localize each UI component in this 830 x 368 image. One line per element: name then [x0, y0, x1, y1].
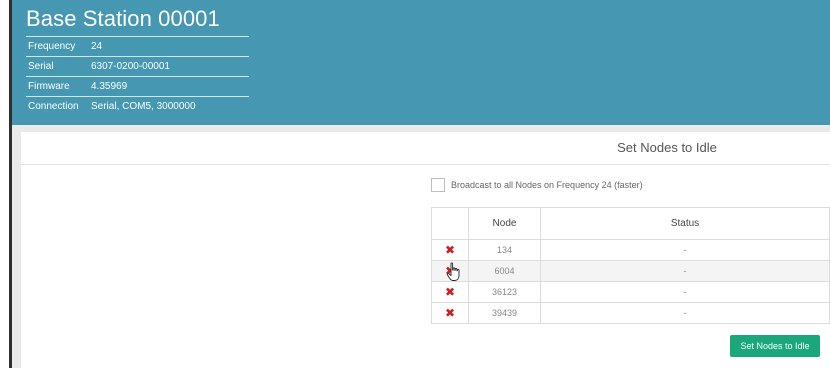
broadcast-label: Broadcast to all Nodes on Frequency 24 (… — [451, 180, 643, 190]
close-icon[interactable]: ✖ — [445, 307, 455, 319]
info-key: Connection — [28, 101, 79, 112]
delete-cell: ✖ — [431, 260, 469, 282]
broadcast-option[interactable]: Broadcast to all Nodes on Frequency 24 (… — [431, 178, 643, 192]
set-nodes-idle-button[interactable]: Set Nodes to Idle — [730, 335, 820, 357]
broadcast-checkbox[interactable] — [431, 178, 445, 192]
station-header: Base Station 00001 Frequency 24 Serial 6… — [12, 0, 830, 125]
station-title: Base Station 00001 — [26, 6, 220, 31]
table-row: ✖ 6004 - — [431, 260, 830, 282]
delete-cell: ✖ — [431, 281, 469, 303]
close-icon[interactable]: ✖ — [445, 244, 455, 256]
panel-divider — [21, 164, 830, 165]
node-cell: 134 — [468, 239, 541, 261]
info-value: 24 — [91, 41, 103, 52]
info-row-frequency: Frequency 24 — [26, 36, 249, 56]
column-header-delete — [431, 207, 469, 240]
status-cell: - — [540, 281, 830, 303]
info-value: 6307-0200-00001 — [91, 61, 170, 72]
info-row-connection: Connection Serial, COM5, 3000000 — [26, 96, 249, 116]
status-cell: - — [540, 260, 830, 282]
info-row-firmware: Firmware 4.35969 — [26, 76, 249, 96]
window-edge — [0, 0, 9, 368]
info-row-serial: Serial 6307-0200-00001 — [26, 56, 249, 76]
status-cell: - — [540, 239, 830, 261]
status-cell: - — [540, 302, 830, 324]
delete-cell: ✖ — [431, 239, 469, 261]
table-header-row: Node Status — [431, 207, 830, 240]
set-nodes-idle-panel: Set Nodes to Idle Broadcast to all Nodes… — [21, 132, 830, 368]
info-key: Serial — [28, 61, 54, 72]
delete-cell: ✖ — [431, 302, 469, 324]
table-row: ✖ 36123 - — [431, 281, 830, 303]
close-icon[interactable]: ✖ — [445, 286, 455, 298]
table-row: ✖ 134 - — [431, 239, 830, 261]
info-key: Frequency — [28, 41, 76, 52]
station-info-table: Frequency 24 Serial 6307-0200-00001 Firm… — [26, 36, 249, 116]
info-value: Serial, COM5, 3000000 — [91, 101, 196, 112]
panel-title: Set Nodes to Idle — [617, 140, 717, 155]
node-cell: 6004 — [468, 260, 541, 282]
close-icon[interactable]: ✖ — [445, 265, 455, 277]
node-cell: 36123 — [468, 281, 541, 303]
table-row: ✖ 39439 - — [431, 302, 830, 324]
column-header-node: Node — [468, 207, 541, 240]
node-cell: 39439 — [468, 302, 541, 324]
column-header-status: Status — [540, 207, 830, 240]
nodes-table: Node Status ✖ 134 - ✖ 6004 - ✖ 36123 - ✖ — [431, 207, 830, 324]
info-key: Firmware — [28, 81, 70, 92]
info-value: 4.35969 — [91, 81, 128, 92]
